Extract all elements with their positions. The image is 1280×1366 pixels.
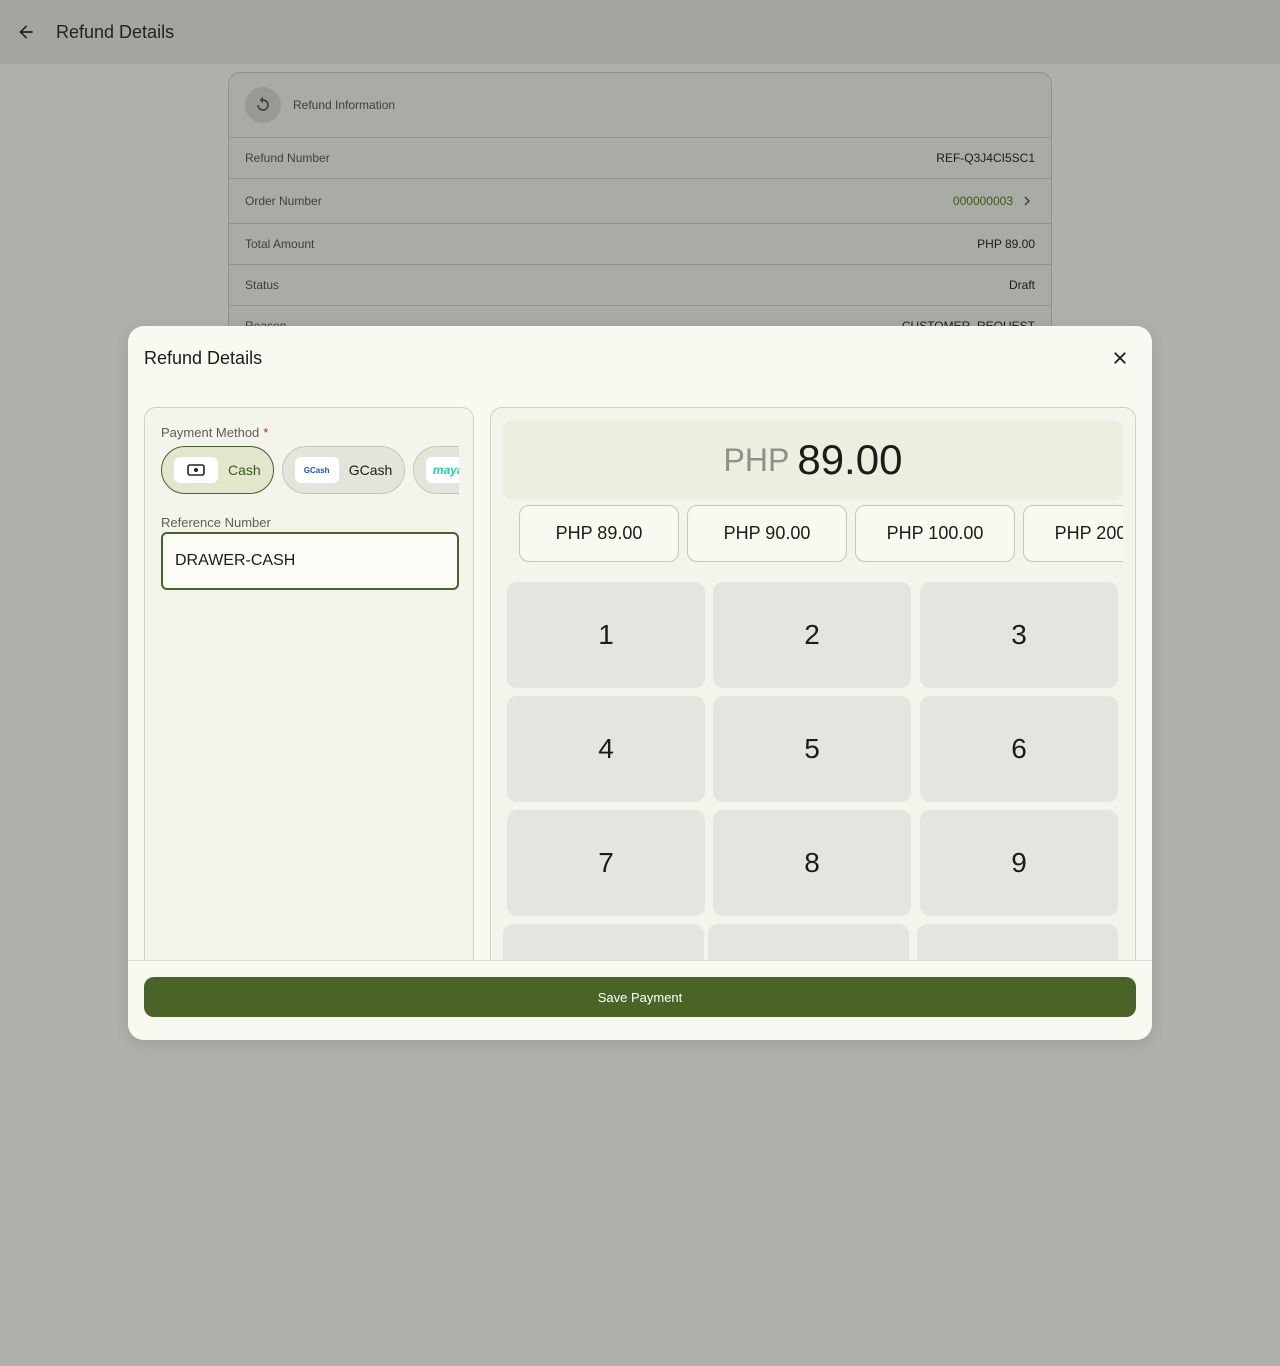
payment-option-label: GCash (348, 462, 393, 478)
payment-method-panel: Payment Method* Cash GCash GCash maya Re… (144, 407, 474, 967)
dialog-header: Refund Details (128, 326, 1152, 390)
quick-amount-row: PHP 89.00 PHP 90.00 PHP 100.00 PHP 200.0… (519, 505, 1123, 563)
payment-option-maya[interactable]: maya (413, 446, 459, 494)
payment-method-label: Payment Method * (161, 425, 268, 440)
amount-value: 89.00 (797, 436, 903, 483)
app-bar: Refund Details (0, 0, 1280, 64)
quick-amount-button[interactable]: PHP 200.00 (1023, 505, 1123, 562)
maya-logo-icon: maya (426, 457, 459, 483)
refund-info-title: Refund Information (293, 98, 396, 112)
arrow-left-icon (19, 25, 33, 39)
info-value: Draft (1008, 278, 1035, 292)
info-row-total-amount: Total Amount PHP 89.00 (229, 224, 1051, 265)
info-row-order-number[interactable]: Order Number 000000003 (229, 179, 1051, 224)
close-button[interactable] (1104, 342, 1136, 374)
info-label: Status (245, 278, 280, 292)
save-payment-button[interactable]: Save Payment (144, 977, 1136, 1017)
gcash-logo-text: GCash (303, 465, 330, 475)
keypad-key-7[interactable]: 7 (507, 810, 705, 916)
close-icon (1114, 352, 1126, 364)
dialog-footer: Save Payment (128, 960, 1152, 1040)
keypad-key-3[interactable]: 3 (920, 582, 1118, 688)
cash-icon (174, 457, 218, 483)
amount-panel: PHP 89.00 PHP 89.00 PHP 90.00 PHP 100.00… (490, 407, 1136, 967)
payment-method-options: Cash GCash GCash maya (161, 446, 459, 496)
quick-amount-button[interactable]: PHP 90.00 (687, 505, 847, 562)
payment-method-label-text: Payment Method (161, 425, 260, 440)
refund-info-header: Refund Information (229, 73, 1051, 138)
refund-details-dialog: Refund Details Payment Method * Cash GCas… (128, 326, 1152, 1040)
refresh-icon (257, 96, 269, 111)
payment-option-gcash[interactable]: GCash GCash (281, 446, 406, 494)
quick-amount-button[interactable]: PHP 89.00 (519, 505, 679, 562)
quick-amount-button[interactable]: PHP 100.00 (855, 505, 1015, 562)
payment-option-label: Cash (228, 462, 261, 478)
keypad-key-1[interactable]: 1 (507, 582, 705, 688)
gcash-logo-icon: GCash (294, 457, 339, 483)
refresh-icon-container (245, 87, 281, 123)
refund-info-card: Refund Information Refund Number REF-Q3J… (228, 72, 1052, 342)
page-title: Refund Details (56, 21, 175, 42)
keypad-key-5[interactable]: 5 (713, 696, 911, 802)
keypad-key-6[interactable]: 6 (920, 696, 1118, 802)
order-number-value: 000000003 (952, 194, 1013, 208)
info-label: Total Amount (245, 237, 315, 251)
required-mark: * (263, 425, 269, 440)
info-label: Order Number (245, 194, 322, 208)
info-row-status: Status Draft (229, 265, 1051, 306)
info-value: REF-Q3J4CI5SC1 (936, 151, 1035, 165)
reference-number-label: Reference Number (161, 515, 271, 530)
order-number-link[interactable]: 000000003 (953, 193, 1035, 209)
dialog-title: Refund Details (144, 347, 263, 368)
info-label: Refund Number (245, 151, 330, 165)
keypad-key-4[interactable]: 4 (507, 696, 705, 802)
keypad-key-8[interactable]: 8 (713, 810, 911, 916)
info-value: PHP 89.00 (977, 237, 1035, 251)
maya-logo-text: maya (432, 463, 459, 477)
amount-currency: PHP (723, 441, 790, 478)
back-button[interactable] (12, 18, 40, 46)
chevron-right-icon (1024, 196, 1030, 206)
info-row-refund-number: Refund Number REF-Q3J4CI5SC1 (229, 138, 1051, 179)
keypad-key-9[interactable]: 9 (920, 810, 1118, 916)
payment-option-cash[interactable]: Cash (161, 446, 274, 494)
reference-number-input[interactable] (161, 532, 459, 590)
keypad-key-2[interactable]: 2 (713, 582, 911, 688)
amount-display: PHP 89.00 (503, 420, 1123, 500)
